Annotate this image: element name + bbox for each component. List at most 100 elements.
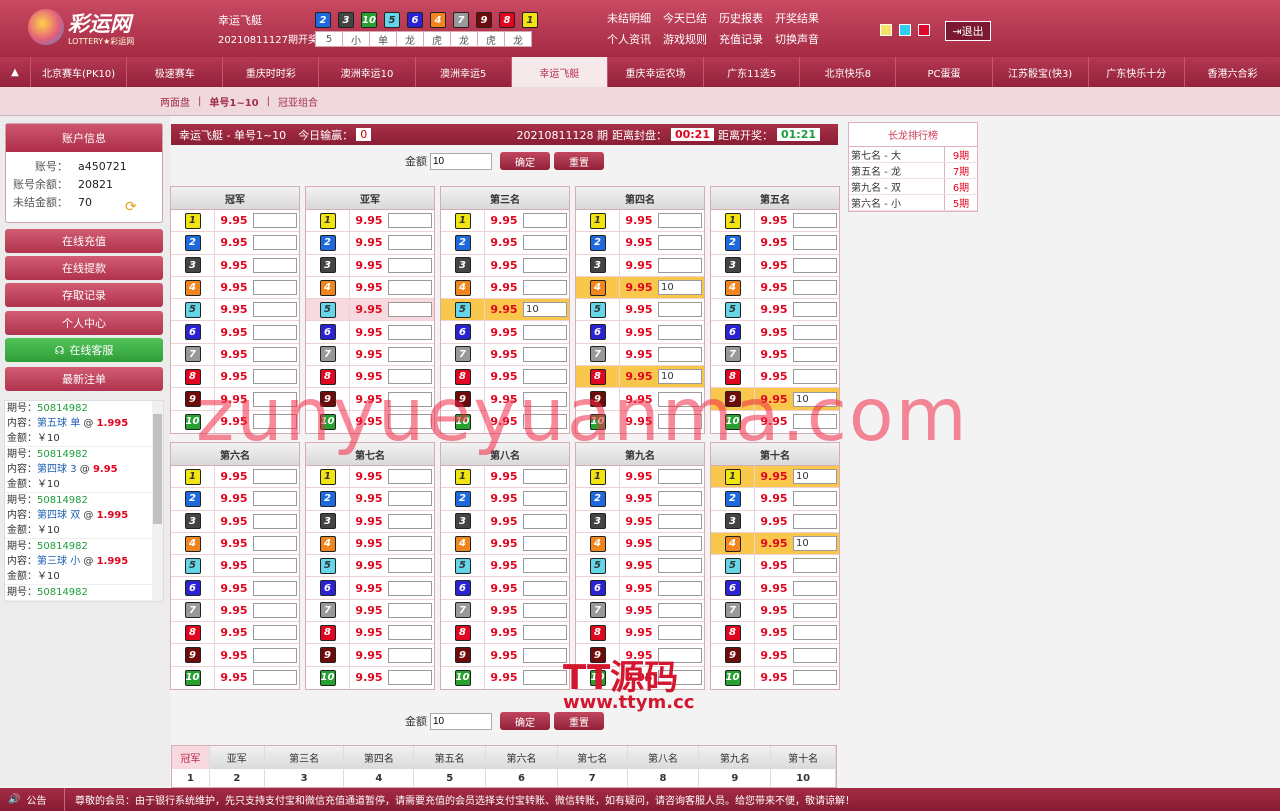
bet-row[interactable]: 7 9.95 xyxy=(441,599,569,623)
bet-input[interactable] xyxy=(793,280,837,296)
bet-row[interactable]: 9 9.95 xyxy=(711,644,839,667)
bet-input[interactable] xyxy=(388,647,432,663)
bet-row[interactable]: 6 9.95 xyxy=(441,321,569,344)
bet-input[interactable] xyxy=(388,670,432,686)
bet-row[interactable]: 2 9.95 xyxy=(171,232,299,255)
bet-row[interactable]: 8 9.95 xyxy=(441,622,569,645)
bet-input[interactable] xyxy=(388,491,432,507)
bet-input[interactable] xyxy=(793,625,837,641)
bet-input[interactable] xyxy=(388,257,432,273)
bet-row[interactable]: 5 9.95 10 xyxy=(441,299,569,322)
bet-input[interactable] xyxy=(523,647,567,663)
bet-input[interactable] xyxy=(523,558,567,574)
bet-input[interactable] xyxy=(523,469,567,485)
bet-row[interactable]: 5 9.95 xyxy=(306,555,434,578)
bet-input[interactable] xyxy=(658,491,702,507)
bet-row[interactable]: 4 9.95 xyxy=(306,532,434,556)
bet-row[interactable]: 1 9.95 xyxy=(306,210,434,233)
bet-input[interactable] xyxy=(523,513,567,529)
bet-row[interactable]: 7 9.95 xyxy=(576,343,704,367)
bet-row[interactable]: 3 9.95 xyxy=(711,254,839,277)
bet-row[interactable]: 3 9.95 xyxy=(306,254,434,277)
bet-row[interactable]: 6 9.95 xyxy=(711,321,839,344)
bet-input[interactable] xyxy=(523,213,567,229)
bet-row[interactable]: 5 9.95 xyxy=(711,555,839,578)
bet-row[interactable]: 4 9.95 10 xyxy=(711,532,839,556)
bet-input[interactable] xyxy=(253,580,297,596)
bet-input[interactable] xyxy=(523,346,567,362)
bet-input[interactable] xyxy=(793,257,837,273)
bet-row[interactable]: 10 9.95 xyxy=(171,666,299,689)
bet-row[interactable]: 2 9.95 xyxy=(576,232,704,255)
bet-row[interactable]: 5 9.95 xyxy=(171,299,299,322)
bet-row[interactable]: 7 9.95 xyxy=(711,599,839,623)
bet-row[interactable]: 5 9.95 xyxy=(576,555,704,578)
bet-row[interactable]: 8 9.95 xyxy=(711,622,839,645)
header-link[interactable]: 未结明细 xyxy=(607,10,651,26)
bet-row[interactable]: 6 9.95 xyxy=(306,321,434,344)
bet-row[interactable]: 4 9.95 xyxy=(441,532,569,556)
amount-input[interactable] xyxy=(430,152,492,170)
bet-input[interactable] xyxy=(253,602,297,618)
bet-row[interactable]: 7 9.95 xyxy=(576,599,704,623)
header-link[interactable]: 充值记录 xyxy=(719,31,763,47)
bet-row[interactable]: 2 9.95 xyxy=(441,232,569,255)
bet-row[interactable]: 6 9.95 xyxy=(711,577,839,600)
bet-row[interactable]: 4 9.95 xyxy=(711,276,839,300)
bet-input[interactable] xyxy=(253,647,297,663)
bet-input[interactable] xyxy=(253,235,297,251)
bet-row[interactable]: 4 9.95 xyxy=(576,532,704,556)
bet-row[interactable]: 10 9.95 xyxy=(441,666,569,689)
bet-row[interactable]: 6 9.95 xyxy=(306,577,434,600)
bet-input[interactable] xyxy=(388,625,432,641)
refresh-icon[interactable]: ⟳ xyxy=(125,199,137,215)
bet-input[interactable] xyxy=(253,324,297,340)
bet-row[interactable]: 1 9.95 xyxy=(441,210,569,233)
bet-input[interactable] xyxy=(793,513,837,529)
bet-input[interactable] xyxy=(253,280,297,296)
latest-bets-button[interactable]: 最新注单 xyxy=(5,367,163,391)
bet-input[interactable] xyxy=(658,257,702,273)
bet-row[interactable]: 7 9.95 xyxy=(711,343,839,367)
logout-button[interactable]: ⇥ 退出 xyxy=(945,21,991,41)
logo[interactable]: 彩运网 LOTTERY★彩运网 xyxy=(20,6,160,50)
bet-row[interactable]: 2 9.95 xyxy=(711,232,839,255)
bet-input[interactable] xyxy=(388,213,432,229)
bet-row[interactable]: 1 9.95 xyxy=(441,466,569,489)
bet-input[interactable] xyxy=(658,513,702,529)
bet-row[interactable]: 3 9.95 xyxy=(711,510,839,533)
bet-row[interactable]: 1 9.95 xyxy=(576,210,704,233)
reset-button[interactable]: 重置 xyxy=(554,152,604,170)
nav-tab[interactable]: PC蛋蛋 xyxy=(895,57,991,87)
bet-row[interactable]: 7 9.95 xyxy=(171,343,299,367)
bet-row[interactable]: 2 9.95 xyxy=(441,488,569,511)
bet-row[interactable]: 5 9.95 xyxy=(441,555,569,578)
bet-row[interactable]: 7 9.95 xyxy=(441,343,569,367)
bet-row[interactable]: 3 9.95 xyxy=(306,510,434,533)
collapse-arrow-icon[interactable]: ▲ xyxy=(0,57,30,87)
bet-row[interactable]: 6 9.95 xyxy=(576,577,704,600)
bet-row[interactable]: 3 9.95 xyxy=(441,254,569,277)
nav-tab[interactable]: 重庆时时彩 xyxy=(222,57,318,87)
bet-input[interactable] xyxy=(658,213,702,229)
subnav-item[interactable]: 冠亚组合 xyxy=(278,94,318,109)
bet-input[interactable] xyxy=(523,670,567,686)
bet-row[interactable]: 1 9.95 xyxy=(306,466,434,489)
bet-input[interactable] xyxy=(793,670,837,686)
bet-row[interactable]: 4 9.95 xyxy=(171,532,299,556)
bet-input[interactable] xyxy=(253,491,297,507)
bet-input[interactable]: 10 xyxy=(793,536,837,552)
header-link[interactable]: 历史报表 xyxy=(719,10,763,26)
bet-row[interactable]: 1 9.95 10 xyxy=(711,466,839,489)
bet-row[interactable]: 3 9.95 xyxy=(171,254,299,277)
theme-color-swatch[interactable] xyxy=(880,24,892,36)
bet-input[interactable] xyxy=(523,324,567,340)
bet-row[interactable]: 8 9.95 xyxy=(171,622,299,645)
bet-input[interactable] xyxy=(793,235,837,251)
bet-row[interactable]: 6 9.95 xyxy=(171,321,299,344)
bet-input[interactable] xyxy=(658,558,702,574)
bet-input[interactable] xyxy=(658,469,702,485)
bet-input[interactable] xyxy=(388,324,432,340)
bet-row[interactable]: 3 9.95 xyxy=(441,510,569,533)
nav-tab[interactable]: 广东11选5 xyxy=(703,57,799,87)
